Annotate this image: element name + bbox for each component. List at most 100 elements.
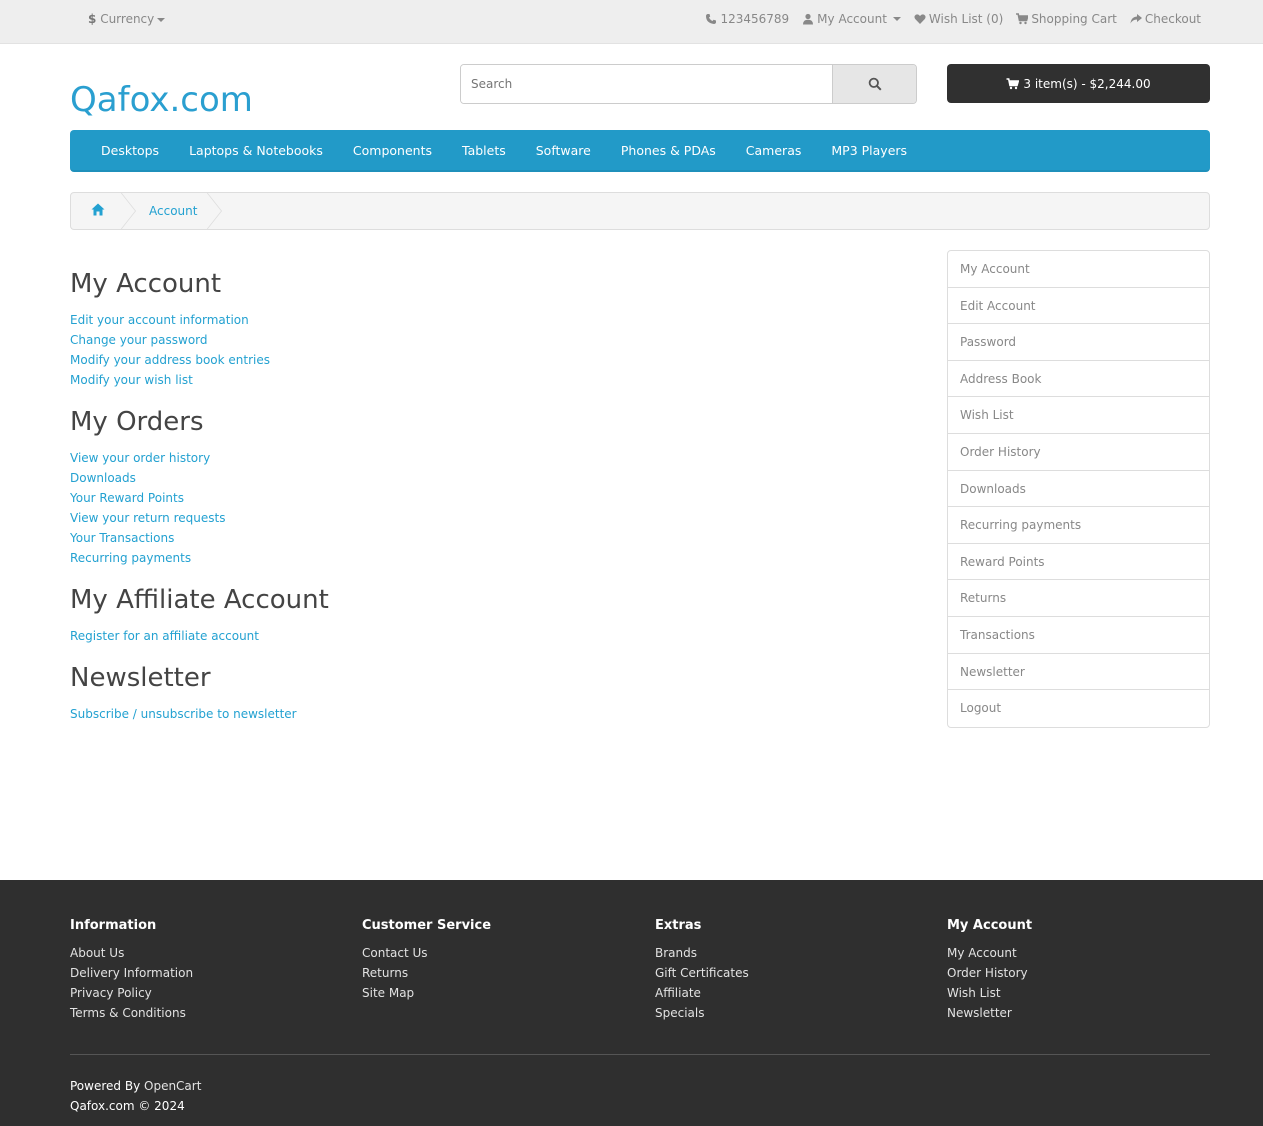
heart-icon xyxy=(914,14,926,24)
sidebar-item-transactions[interactable]: Transactions xyxy=(948,617,1209,654)
sidebar-item-returns[interactable]: Returns xyxy=(948,580,1209,617)
sidebar-item-password[interactable]: Password xyxy=(948,324,1209,361)
footer-heading: Extras xyxy=(655,918,702,933)
footer-link[interactable]: Affiliate xyxy=(655,986,701,1000)
wish-list-link[interactable]: Modify your wish list xyxy=(70,373,193,387)
section-links: Edit your account information Change you… xyxy=(70,310,770,390)
phone-number: 123456789 xyxy=(720,12,790,26)
returns-link[interactable]: View your return requests xyxy=(70,511,225,525)
menu-item-phones[interactable]: Phones & PDAs xyxy=(606,143,731,158)
transactions-link[interactable]: Your Transactions xyxy=(70,531,174,545)
sidebar-item-reward-points[interactable]: Reward Points xyxy=(948,544,1209,581)
search-input[interactable] xyxy=(461,65,832,103)
top-bar: $ Currency 123456789 My Account Wish Lis… xyxy=(0,0,1263,44)
footer-link[interactable]: My Account xyxy=(947,946,1017,960)
footer-heading: My Account xyxy=(947,918,1033,933)
footer-column-customer-service: Customer Service Contact Us Returns Site… xyxy=(362,918,491,1003)
downloads-link[interactable]: Downloads xyxy=(70,471,136,485)
cart-button[interactable]: 3 item(s) - $2,244.00 xyxy=(947,64,1210,103)
footer-link[interactable]: Gift Certificates xyxy=(655,966,749,980)
footer-link[interactable]: Site Map xyxy=(362,986,414,1000)
footer-powered: Powered By OpenCart Qafox.com © 2024 xyxy=(70,1076,201,1116)
sidebar-item-order-history[interactable]: Order History xyxy=(948,434,1209,471)
footer-link[interactable]: Contact Us xyxy=(362,946,428,960)
section-links: Register for an affiliate account xyxy=(70,626,770,646)
footer-divider xyxy=(70,1054,1210,1055)
menu-item-mp3-players[interactable]: MP3 Players xyxy=(816,143,922,158)
menu-item-components[interactable]: Components xyxy=(338,143,447,158)
footer-link[interactable]: Specials xyxy=(655,1006,705,1020)
menu-item-cameras[interactable]: Cameras xyxy=(731,143,817,158)
my-account-dropdown[interactable]: My Account xyxy=(802,12,901,26)
order-history-link[interactable]: View your order history xyxy=(70,451,210,465)
affiliate-register-link[interactable]: Register for an affiliate account xyxy=(70,629,259,643)
currency-label: Currency xyxy=(100,12,155,26)
menu-item-software[interactable]: Software xyxy=(521,143,606,158)
share-icon xyxy=(1130,14,1142,24)
cart-total: 3 item(s) - $2,244.00 xyxy=(1023,76,1151,91)
sidebar-item-newsletter[interactable]: Newsletter xyxy=(948,654,1209,691)
opencart-link[interactable]: OpenCart xyxy=(144,1079,201,1093)
home-icon xyxy=(91,203,105,216)
sidebar-item-edit-account[interactable]: Edit Account xyxy=(948,288,1209,325)
search-button[interactable] xyxy=(832,65,916,103)
sidebar-item-my-account[interactable]: My Account xyxy=(948,251,1209,288)
section-links: Subscribe / unsubscribe to newsletter xyxy=(70,704,770,724)
sidebar-item-recurring-payments[interactable]: Recurring payments xyxy=(948,507,1209,544)
footer-link[interactable]: Delivery Information xyxy=(70,966,193,980)
footer-link[interactable]: Terms & Conditions xyxy=(70,1006,186,1020)
menu-item-laptops[interactable]: Laptops & Notebooks xyxy=(174,143,338,158)
footer-link[interactable]: Brands xyxy=(655,946,697,960)
menu-item-tablets[interactable]: Tablets xyxy=(447,143,521,158)
user-icon xyxy=(803,13,814,25)
newsletter-link[interactable]: Subscribe / unsubscribe to newsletter xyxy=(70,707,297,721)
search-icon xyxy=(868,77,882,91)
section-title: My Affiliate Account xyxy=(70,585,329,615)
cart-icon xyxy=(1016,13,1029,25)
breadcrumb: Account xyxy=(70,192,1210,230)
sidebar-item-logout[interactable]: Logout xyxy=(948,690,1209,727)
breadcrumb-home[interactable] xyxy=(91,203,105,219)
search-bar xyxy=(460,64,917,104)
section-title: My Account xyxy=(70,269,222,299)
reward-points-link[interactable]: Your Reward Points xyxy=(70,491,184,505)
section-title: My Orders xyxy=(70,407,204,437)
footer-link[interactable]: Order History xyxy=(947,966,1028,980)
edit-account-link[interactable]: Edit your account information xyxy=(70,313,249,327)
shopping-cart-label: Shopping Cart xyxy=(1031,12,1117,26)
address-book-link[interactable]: Modify your address book entries xyxy=(70,353,270,367)
footer-link[interactable]: Wish List xyxy=(947,986,1001,1000)
sidebar-item-address-book[interactable]: Address Book xyxy=(948,361,1209,398)
footer-link[interactable]: Newsletter xyxy=(947,1006,1012,1020)
cart-icon xyxy=(1006,77,1020,89)
shopping-cart-link[interactable]: Shopping Cart xyxy=(1016,12,1117,26)
currency-dropdown[interactable]: $ Currency xyxy=(88,12,166,26)
recurring-payments-link[interactable]: Recurring payments xyxy=(70,551,191,565)
footer-link[interactable]: Privacy Policy xyxy=(70,986,152,1000)
footer-link[interactable]: About Us xyxy=(70,946,124,960)
account-sidebar: My Account Edit Account Password Address… xyxy=(947,250,1210,728)
wish-list-link[interactable]: Wish List (0) xyxy=(914,12,1003,26)
site-logo[interactable]: Qafox.com xyxy=(70,80,253,120)
menu-item-desktops[interactable]: Desktops xyxy=(86,143,174,158)
footer-link[interactable]: Returns xyxy=(362,966,408,980)
footer-heading: Customer Service xyxy=(362,918,492,933)
change-password-link[interactable]: Change your password xyxy=(70,333,208,347)
account-content: My Account Edit your account information… xyxy=(70,268,770,740)
sidebar-item-downloads[interactable]: Downloads xyxy=(948,471,1209,508)
section-links: View your order history Downloads Your R… xyxy=(70,448,770,568)
phone-link[interactable]: 123456789 xyxy=(705,12,789,26)
breadcrumb-account[interactable]: Account xyxy=(149,204,197,218)
dollar-icon: $ xyxy=(88,12,97,26)
sidebar-item-wish-list[interactable]: Wish List xyxy=(948,397,1209,434)
wish-list-label: Wish List (0) xyxy=(928,12,1004,26)
checkout-label: Checkout xyxy=(1144,12,1201,26)
copyright-text: Qafox.com © 2024 xyxy=(70,1099,185,1113)
breadcrumb-separator-fill xyxy=(206,193,221,229)
caret-down-icon xyxy=(892,17,901,21)
checkout-link[interactable]: Checkout xyxy=(1130,12,1201,26)
my-account-label: My Account xyxy=(817,12,887,26)
main-menu: Desktops Laptops & Notebooks Components … xyxy=(70,130,1210,172)
footer-column-information: Information About Us Delivery Informatio… xyxy=(70,918,193,1023)
footer-column-extras: Extras Brands Gift Certificates Affiliat… xyxy=(655,918,749,1023)
